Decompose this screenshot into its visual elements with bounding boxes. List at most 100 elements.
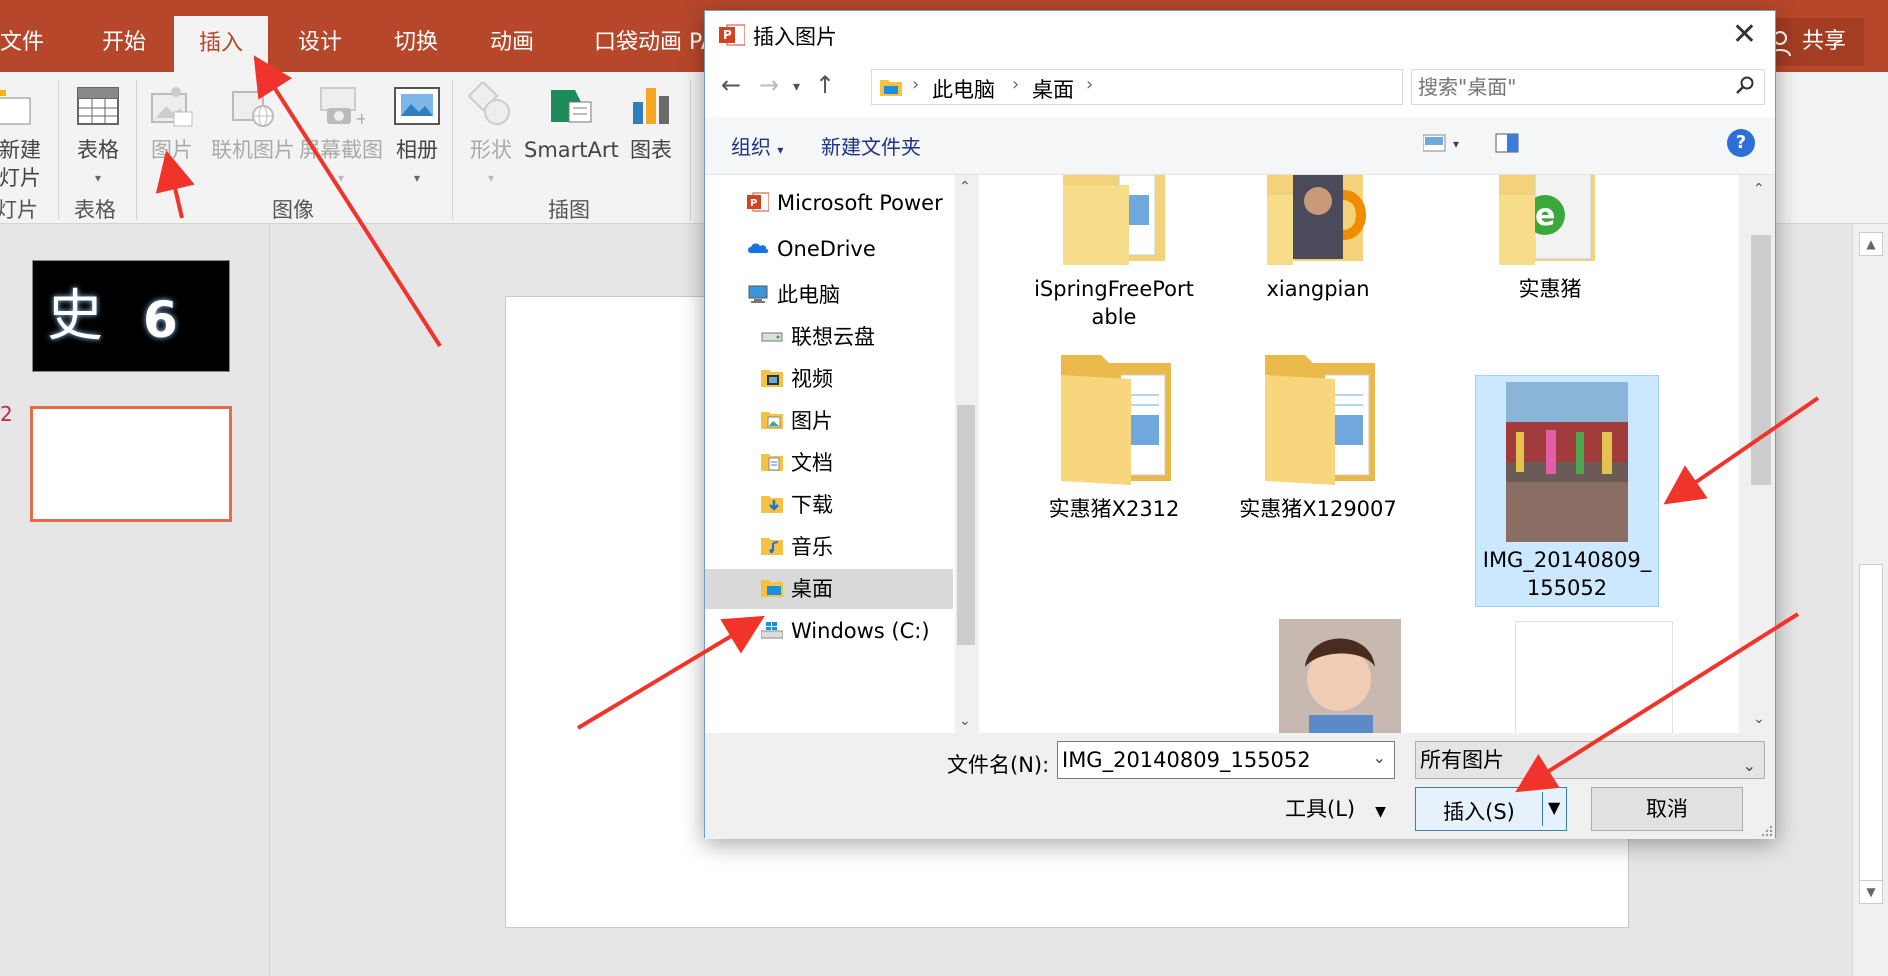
nav-item-windows-c[interactable]: Windows (C:)	[761, 611, 930, 651]
filename-input[interactable]	[1062, 745, 1362, 775]
file-item-white[interactable]	[1515, 621, 1673, 733]
view-options-icon[interactable]	[1423, 133, 1447, 153]
close-icon[interactable]: ✕	[1732, 17, 1757, 52]
nav-item-pictures[interactable]: 图片	[761, 401, 833, 441]
nav-item-music[interactable]: 音乐	[761, 527, 833, 567]
file-item-shihuizhu-x2312[interactable]: 实惠猪X2312	[1019, 355, 1209, 535]
tools-button[interactable]: 工具(L) ▼	[1285, 793, 1386, 823]
tab-file[interactable]: 文件	[0, 0, 44, 72]
cancel-button[interactable]: 取消	[1591, 787, 1743, 831]
filename-field[interactable]: ⌄	[1057, 741, 1395, 779]
picture-button[interactable]: 图片	[148, 82, 196, 164]
nav-item-powerpoint[interactable]: P Microsoft Power	[747, 183, 943, 223]
shapes-button[interactable]: 形状 ▾	[466, 80, 516, 192]
insert-button[interactable]: 插入(S) ▼	[1415, 787, 1567, 831]
file-type-select[interactable]: 所有图片 ⌄	[1415, 741, 1765, 779]
slide-thumbnail-1[interactable]: 史 6	[32, 260, 230, 372]
navigation-pane-scrollbar[interactable]: ⌃ ⌄	[955, 175, 977, 733]
chevron-down-icon: ▼	[1375, 804, 1386, 820]
chevron-down-icon: ⌄	[1742, 756, 1756, 775]
file-item-img-20140809[interactable]: IMG_20140809_ 155052	[1475, 375, 1659, 607]
search-box[interactable]	[1411, 69, 1765, 105]
file-type-value: 所有图片	[1420, 748, 1504, 772]
file-list-scrollbar[interactable]: ⌃ ⌄	[1747, 175, 1775, 733]
nav-item-videos[interactable]: 视频	[761, 359, 833, 399]
preview-pane-icon[interactable]	[1495, 133, 1519, 153]
nav-item-downloads[interactable]: 下载	[761, 485, 833, 525]
smartart-button[interactable]: SmartArt	[524, 82, 619, 164]
file-item-shihuizhu[interactable]: e 实惠猪	[1455, 175, 1645, 305]
scroll-up-icon[interactable]: ⌃	[1753, 181, 1765, 197]
smartart-icon	[547, 82, 595, 130]
computer-icon	[748, 285, 768, 303]
photo-album-icon	[393, 82, 441, 130]
album-label: 相册	[396, 138, 438, 162]
bar-chart-icon	[627, 82, 675, 130]
new-slide-icon	[0, 82, 44, 130]
insert-dropdown-icon[interactable]: ▼	[1548, 798, 1560, 817]
breadcrumb-this-pc[interactable]: 此电脑	[932, 74, 995, 104]
resize-grip-icon[interactable]	[1761, 825, 1773, 837]
file-label: IMG_20140809_	[1482, 548, 1652, 572]
workspace-scrollbar[interactable]: ▲ ▼	[1852, 224, 1888, 976]
back-arrow-icon[interactable]: ←	[721, 71, 741, 99]
search-input[interactable]	[1418, 72, 1718, 102]
slide-2-number: 2	[0, 402, 13, 426]
nav-item-label: OneDrive	[777, 237, 876, 261]
chevron-down-icon[interactable]: ⌄	[1373, 748, 1386, 767]
tab-design[interactable]: 设计	[298, 0, 342, 72]
file-item-xiangpian[interactable]: xiangpian	[1223, 175, 1413, 305]
nav-item-lenovo-cloud[interactable]: 联想云盘	[761, 317, 875, 357]
file-item-portrait[interactable]	[1279, 619, 1469, 733]
desktop-folder-icon	[880, 80, 902, 96]
file-item-shihuizhu-x129007[interactable]: 实惠猪X129007	[1223, 355, 1413, 535]
online-picture-button[interactable]: 联机图片	[206, 82, 300, 164]
tab-animations[interactable]: 动画	[490, 0, 534, 72]
album-button[interactable]: 相册 ▾	[392, 82, 442, 192]
insert-picture-dialog: P 插入图片 ✕ ← → ▾ ↑ › 此电脑 › 桌面 › ▾ ↻ 组织 ▾ 新…	[704, 10, 1776, 839]
group-slides-label: 灯片	[0, 198, 38, 222]
chart-button[interactable]: 图表	[626, 82, 676, 164]
scroll-down-icon[interactable]: ⌄	[959, 713, 971, 729]
scroll-up-icon[interactable]: ▲	[1859, 232, 1883, 256]
tab-pocket-animation[interactable]: 口袋动画 PA	[594, 0, 716, 72]
tab-home[interactable]: 开始	[102, 0, 146, 72]
tab-insert[interactable]: 插入	[174, 16, 268, 72]
group-illustrations-label: 插图	[548, 198, 590, 222]
file-item-ispring[interactable]: iSpringFreePort able	[1019, 175, 1209, 329]
scrollbar-thumb[interactable]	[1751, 235, 1771, 485]
organize-button[interactable]: 组织 ▾	[731, 131, 783, 160]
scroll-down-icon[interactable]: ⌄	[1753, 711, 1765, 727]
new-slide-button[interactable]: 新建 灯片	[0, 82, 44, 192]
nav-item-onedrive[interactable]: OneDrive	[747, 229, 876, 269]
organize-label: 组织	[731, 135, 771, 159]
nav-item-this-pc[interactable]: 此电脑	[747, 275, 840, 315]
breadcrumb-desktop[interactable]: 桌面	[1032, 74, 1074, 104]
address-bar[interactable]: › 此电脑 › 桌面 › ▾ ↻	[871, 69, 1469, 105]
breadcrumb-chevron-icon: ›	[1012, 74, 1020, 95]
nav-item-documents[interactable]: 文档	[761, 443, 833, 483]
shapes-icon	[467, 80, 515, 130]
tab-transitions[interactable]: 切换	[394, 0, 438, 72]
slide-1-char: 史	[47, 284, 103, 349]
music-folder-icon	[761, 538, 783, 555]
table-button[interactable]: 表格 ▾	[72, 82, 124, 192]
nav-item-label: 视频	[791, 367, 833, 391]
chevron-down-icon: ▾	[487, 171, 495, 185]
file-label: xiangpian	[1266, 277, 1370, 301]
scrollbar-thumb[interactable]	[957, 405, 975, 645]
recent-chevron-icon[interactable]: ▾	[793, 79, 800, 95]
picture-folder-icon	[761, 412, 783, 429]
scrollbar-thumb[interactable]	[1859, 564, 1883, 894]
scroll-up-icon[interactable]: ⌃	[959, 179, 971, 195]
scroll-down-icon[interactable]: ▼	[1859, 880, 1883, 904]
forward-arrow-icon[interactable]: →	[759, 71, 779, 99]
slide-thumbnail-2[interactable]	[30, 406, 232, 522]
view-dropdown-icon[interactable]: ▾	[1453, 137, 1459, 151]
screenshot-button[interactable]: + 屏幕截图 ▾	[298, 82, 384, 192]
up-arrow-icon[interactable]: ↑	[815, 71, 835, 99]
nav-item-desktop[interactable]: 桌面	[705, 569, 953, 609]
new-folder-button[interactable]: 新建文件夹	[821, 131, 921, 160]
navigation-pane: P Microsoft Power OneDrive 此电脑 联想云盘 视频 图片…	[705, 175, 977, 733]
help-icon[interactable]: ?	[1727, 129, 1755, 157]
